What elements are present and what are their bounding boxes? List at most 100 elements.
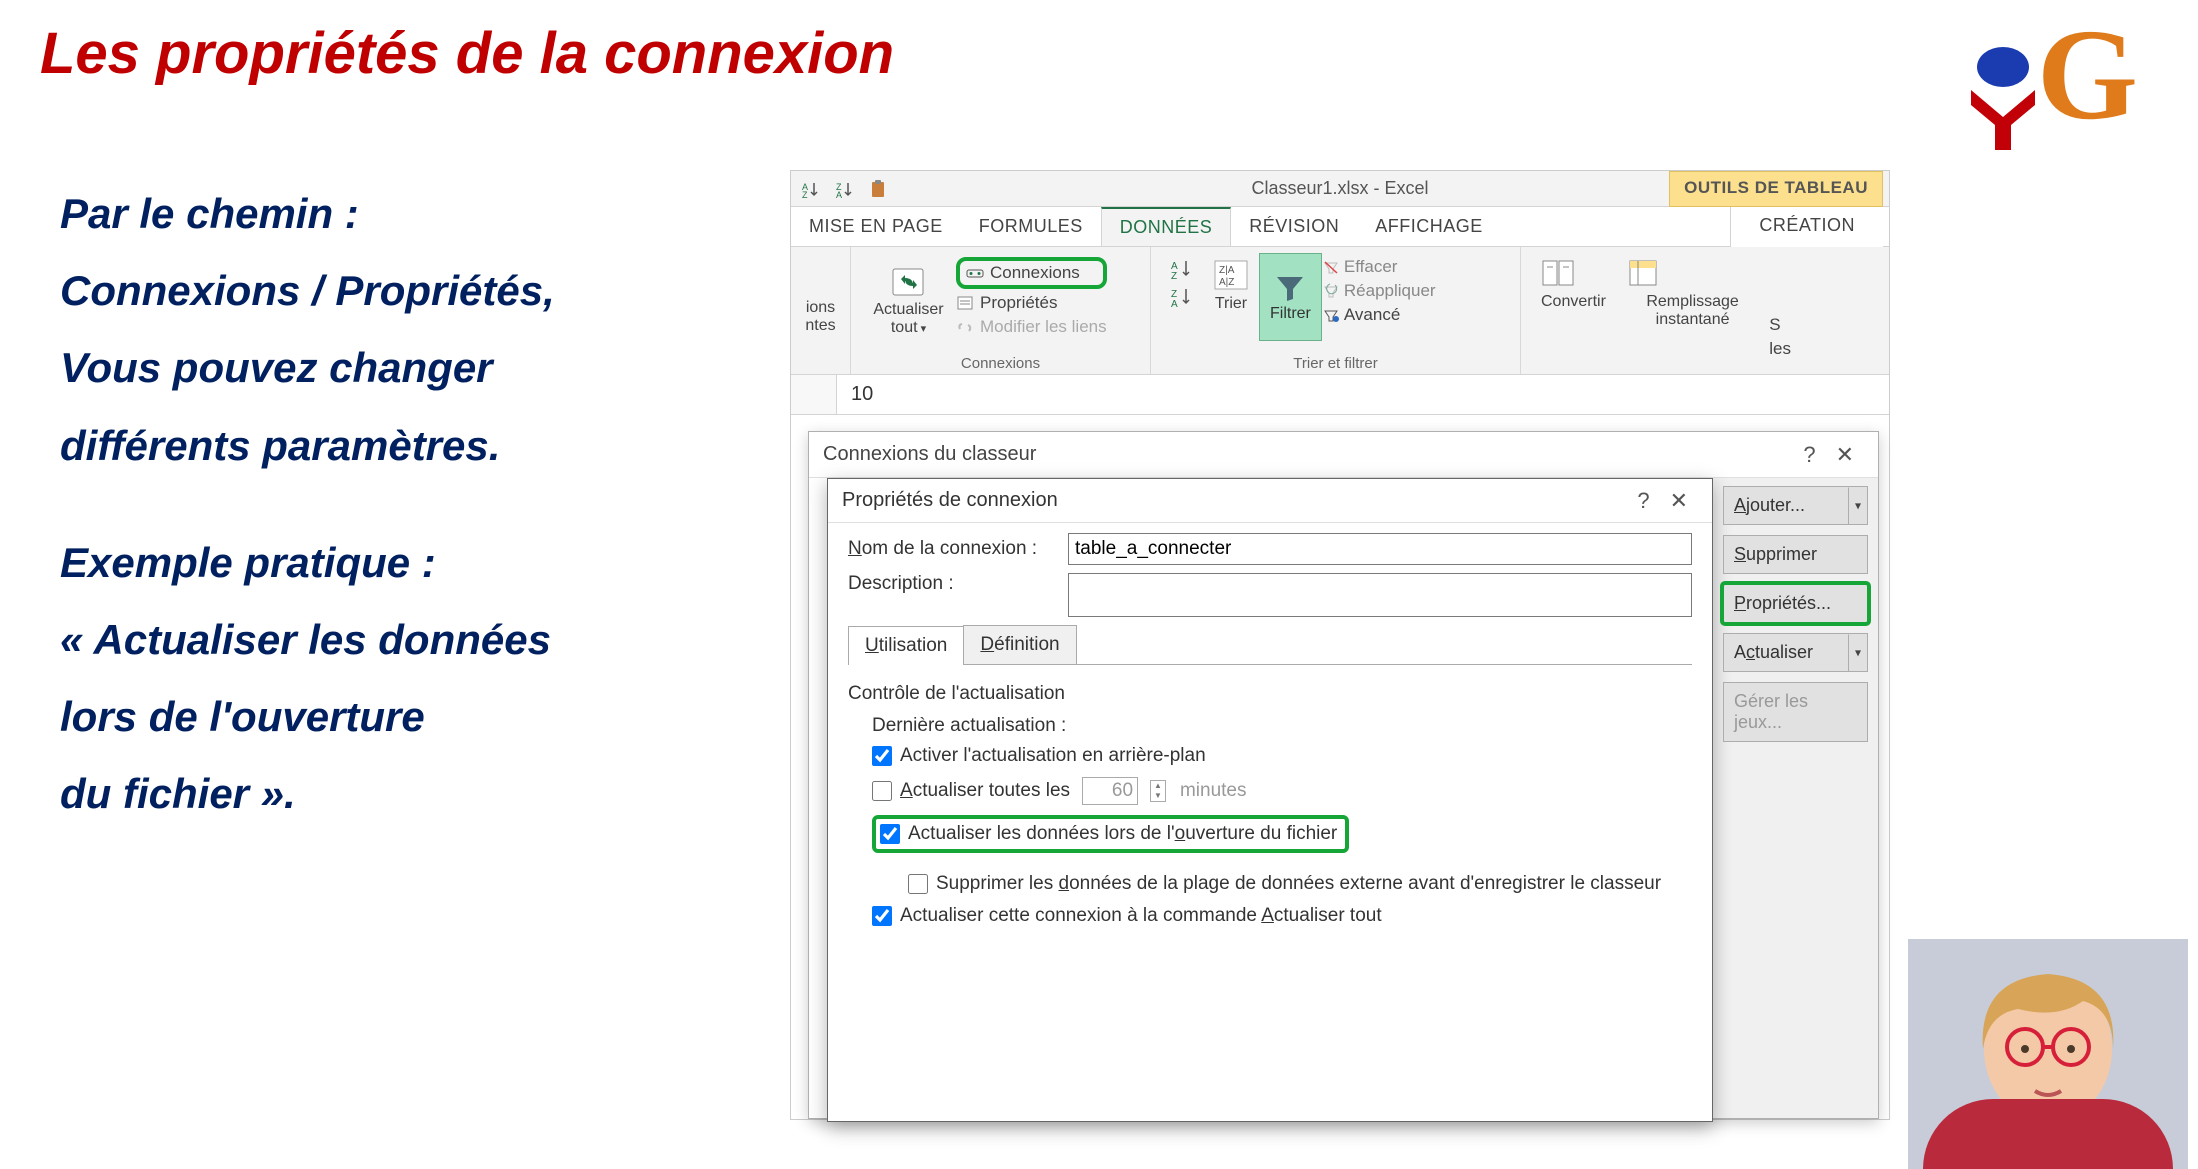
clear-icon — [1322, 259, 1340, 275]
checkbox-label: Actualiser cette connexion à la commande… — [900, 905, 1382, 927]
body-line: différents paramètres. — [60, 412, 740, 479]
paste-button[interactable] — [865, 175, 893, 203]
convertir-button[interactable]: Convertir — [1531, 253, 1616, 359]
truncated-char: S — [1769, 315, 1791, 335]
tab-definition[interactable]: Définition — [963, 625, 1076, 664]
svg-text:Z: Z — [1171, 271, 1177, 279]
last-refresh-label: Dernière actualisation : — [872, 715, 1692, 737]
reappliquer-button[interactable]: Réappliquer — [1322, 281, 1436, 301]
nom-label: NNom de la connexion :om de la connexion… — [848, 538, 1068, 560]
tab-mise-en-page[interactable]: MISE EN PAGE — [791, 208, 961, 245]
refresh-all-button[interactable]: Actualiser tout ▾ — [861, 253, 956, 337]
refresh-label: Actualiser tout — [873, 301, 943, 336]
trier-button[interactable]: Z|AA|Z Trier — [1203, 253, 1259, 313]
presenter-webcam — [1908, 939, 2188, 1169]
tab-affichage[interactable]: AFFICHAGE — [1357, 208, 1501, 245]
convert-icon — [1541, 257, 1606, 289]
trier-label: Trier — [1211, 295, 1251, 313]
close-button[interactable]: ✕ — [1826, 436, 1864, 474]
slide-title: Les propriétés de la connexion — [40, 20, 894, 87]
gerer-jeux-button: Gérer les jeux... — [1723, 682, 1868, 742]
proprietes-button[interactable]: Propriétés...Propriétés... — [1723, 584, 1868, 623]
formula-bar: 10 — [791, 375, 1889, 415]
window-title: Classeur1.xlsx - Excel — [1251, 178, 1428, 199]
svg-text:A: A — [836, 190, 842, 198]
modifier-liens-button[interactable]: Modifier les liens — [956, 317, 1107, 337]
ribbon-group-trier-filtrer: AZ ZA Z|AA|Z Trier Filtrer Effacer — [1151, 247, 1521, 374]
logo-person-icon — [1963, 45, 2043, 150]
tab-formules[interactable]: FORMULES — [961, 208, 1101, 245]
checkbox-input[interactable] — [872, 781, 892, 801]
effacer-button[interactable]: Effacer — [1322, 257, 1436, 277]
name-box[interactable] — [791, 375, 837, 414]
checkbox-bg-refresh[interactable]: Activer l'actualisation en arrière-plan — [872, 745, 1692, 767]
properties-icon — [956, 295, 974, 311]
proprietes-button[interactable]: Propriétés — [956, 293, 1107, 313]
effacer-label: Effacer — [1344, 257, 1398, 277]
refresh-icon — [861, 261, 956, 301]
dropdown-arrow-icon[interactable]: ▾ — [1848, 487, 1861, 524]
sort-asc-button[interactable]: AZ — [797, 175, 825, 203]
sort-desc-small[interactable]: ZA — [1169, 285, 1195, 307]
body-line: Par le chemin : — [60, 180, 740, 247]
svg-text:Z|A: Z|A — [1219, 265, 1235, 276]
close-button[interactable]: ✕ — [1660, 482, 1698, 520]
remplissage-label: Remplissage instantané — [1646, 293, 1738, 328]
formula-value[interactable]: 10 — [837, 383, 887, 406]
description-input[interactable] — [1068, 573, 1692, 617]
slide-body-text: Par le chemin : Connexions / Propriétés,… — [60, 180, 740, 838]
connexions-button[interactable]: Connexions — [956, 257, 1107, 289]
panel-title: Connexions du classeur — [823, 443, 1036, 466]
ribbon: ions ntes Actualiser tout ▾ Connexions P… — [791, 247, 1889, 375]
avance-label: Avancé — [1344, 305, 1400, 325]
svg-text:A: A — [1171, 299, 1178, 307]
checkbox-input[interactable] — [872, 906, 892, 926]
logo-letter: G — [2037, 10, 2138, 140]
checkbox-refresh-on-open[interactable]: Actualiser les données lors de l'ouvertu… — [872, 815, 1349, 853]
svg-text:Z: Z — [802, 190, 808, 198]
group-label: Trier et filtrer — [1151, 353, 1520, 372]
filtrer-button[interactable]: Filtrer — [1259, 253, 1322, 341]
checkbox-input[interactable] — [908, 874, 928, 894]
contextual-tab-label: OUTILS DE TABLEAU — [1669, 171, 1883, 207]
avance-button[interactable]: Avancé — [1322, 305, 1436, 325]
convertir-label: Convertir — [1541, 293, 1606, 310]
dropdown-arrow-icon[interactable]: ▾ — [1848, 634, 1861, 671]
supprimer-button[interactable]: SupprimerSupprimer — [1723, 535, 1868, 574]
tab-revision[interactable]: RÉVISION — [1231, 208, 1357, 245]
checkbox-input[interactable] — [872, 746, 892, 766]
panel-titlebar: Connexions du classeur ? ✕ — [809, 432, 1878, 478]
dialog-tabs: Utilisation Définition UtilisationDéfini… — [848, 625, 1692, 665]
ribbon-group-connexions: Actualiser tout ▾ Connexions Propriétés … — [851, 247, 1151, 374]
tab-utilisation[interactable]: Utilisation — [848, 626, 964, 665]
help-button[interactable]: ? — [1793, 436, 1825, 474]
proprietes-label: Propriétés — [980, 293, 1057, 313]
body-line: Vous pouvez changer — [60, 334, 740, 401]
checkbox-interval[interactable]: Actualiser toutes les Actualiser toutes … — [872, 777, 1692, 805]
sort-desc-button[interactable]: ZA — [831, 175, 859, 203]
ribbon-group-truncated: ions ntes — [791, 247, 851, 374]
edit-links-icon — [956, 319, 974, 335]
tab-creation[interactable]: CRÉATION — [1730, 207, 1883, 247]
tab-donnees[interactable]: DONNÉES — [1101, 207, 1232, 246]
sort-asc-small[interactable]: AZ — [1169, 257, 1195, 279]
actualiser-button[interactable]: Actualiser▾Actualiser — [1723, 633, 1868, 672]
body-line: Exemple pratique : — [60, 529, 740, 596]
minutes-label: minutes — [1180, 780, 1247, 802]
spinner-buttons[interactable]: ▲▼ — [1150, 780, 1166, 802]
body-line: du fichier ». — [60, 760, 740, 827]
ajouter-button[interactable]: Ajouter...▾ Ajouter... — [1723, 486, 1868, 525]
checkbox-label: Actualiser toutes les — [900, 780, 1070, 802]
checkbox-refresh-all[interactable]: Actualiser cette connexion à la commande… — [872, 905, 1692, 927]
help-button[interactable]: ? — [1627, 482, 1659, 520]
sort-small-buttons: AZ ZA — [1161, 253, 1203, 307]
dialog-title: Propriétés de connexion — [842, 489, 1058, 512]
nom-input[interactable] — [1068, 533, 1692, 565]
remplissage-button[interactable]: Remplissage instantané — [1616, 253, 1769, 359]
checkbox-label: Actualiser les données lors de l'ouvertu… — [908, 823, 1337, 845]
description-label: Description : — [848, 573, 1068, 595]
checkbox-input[interactable] — [880, 824, 900, 844]
body-line: « Actualiser les données — [60, 606, 740, 673]
interval-spinner[interactable]: 60 — [1082, 777, 1138, 805]
checkbox-remove-external[interactable]: Supprimer les données de la plage de don… — [908, 873, 1692, 895]
